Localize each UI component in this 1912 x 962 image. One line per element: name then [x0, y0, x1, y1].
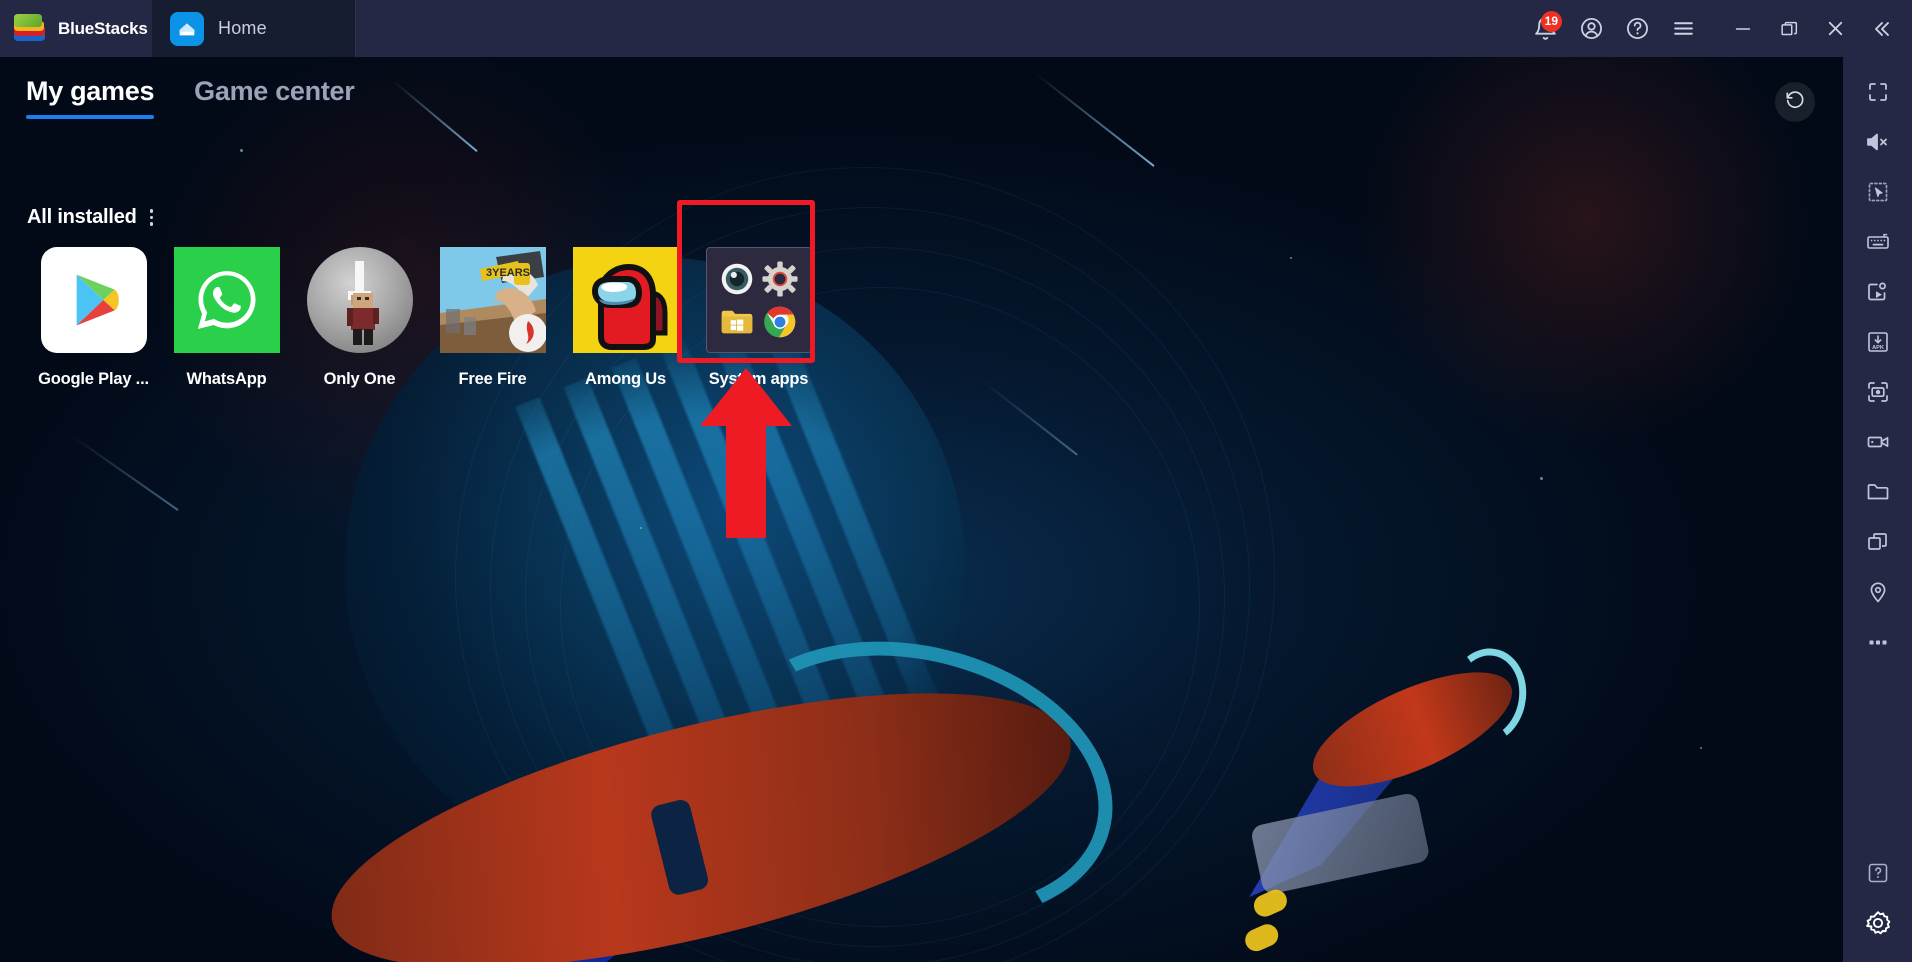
- keyboard-icon: [1865, 229, 1891, 255]
- window-tab-home[interactable]: Home: [152, 0, 356, 57]
- notifications-button[interactable]: 19: [1522, 6, 1568, 52]
- sidebar-help-button[interactable]: [1843, 848, 1912, 898]
- kebab-menu-icon[interactable]: [147, 205, 157, 230]
- install-apk-button[interactable]: APK: [1843, 317, 1912, 367]
- fullscreen-button[interactable]: [1843, 67, 1912, 117]
- copy-windows-icon: [1865, 529, 1891, 555]
- camera-icon: [718, 260, 756, 298]
- fullscreen-icon: [1866, 80, 1890, 104]
- close-button[interactable]: [1812, 6, 1858, 52]
- title-bar: BlueStacks Home 19: [0, 0, 1912, 57]
- right-sidebar: APK: [1843, 57, 1912, 962]
- menu-button[interactable]: [1660, 6, 1706, 52]
- refresh-counterclockwise-icon: [1784, 89, 1806, 116]
- app-item-whatsapp[interactable]: WhatsApp: [160, 247, 293, 389]
- app-item-free-fire[interactable]: 3YEARS Free Fire: [426, 247, 559, 389]
- google-play-icon: [40, 247, 147, 353]
- system-apps-folder-preview: [707, 248, 811, 352]
- among-us-icon: [572, 247, 679, 353]
- whatsapp-icon: [173, 247, 280, 353]
- settings-button[interactable]: [1843, 898, 1912, 948]
- section-header: All installed: [27, 205, 156, 230]
- app-item-only-one[interactable]: Only One: [293, 247, 426, 389]
- speaker-mute-icon: [1865, 129, 1891, 155]
- mute-button[interactable]: [1843, 117, 1912, 167]
- app-label: WhatsApp: [186, 370, 267, 388]
- question-box-icon: [1865, 860, 1891, 886]
- app-label: Google Play ...: [38, 370, 149, 388]
- settings-gear-icon: [761, 260, 799, 298]
- tab-game-center-label: Game center: [194, 76, 355, 106]
- screen-record-button[interactable]: [1843, 417, 1912, 467]
- bluestacks-window: BlueStacks Home 19 My games Game center …: [0, 0, 1912, 962]
- free-fire-icon: 3YEARS: [439, 247, 546, 353]
- tab-game-center[interactable]: Game center: [194, 76, 355, 119]
- maximize-button[interactable]: [1766, 6, 1812, 52]
- chrome-browser-icon: [761, 303, 799, 341]
- screenshot-button[interactable]: [1843, 367, 1912, 417]
- macro-recorder-button[interactable]: [1843, 267, 1912, 317]
- ellipsis-icon: [1865, 629, 1891, 655]
- window-tab-label: Home: [218, 18, 267, 38]
- multi-instance-button[interactable]: [1843, 517, 1912, 567]
- minimize-button[interactable]: [1720, 6, 1766, 52]
- tab-my-games[interactable]: My games: [26, 76, 154, 119]
- annotation-arrow-up: [700, 368, 792, 543]
- svg-text:3YEARS: 3YEARS: [486, 267, 530, 279]
- media-manager-button[interactable]: [1843, 467, 1912, 517]
- macro-play-icon: [1865, 279, 1891, 305]
- tab-my-games-label: My games: [26, 76, 155, 106]
- location-button[interactable]: [1843, 567, 1912, 617]
- brand-name: BlueStacks: [58, 18, 148, 38]
- brand: BlueStacks: [0, 13, 152, 44]
- app-item-among-us[interactable]: Among Us: [559, 247, 692, 389]
- video-camera-icon: [1865, 429, 1891, 455]
- titlebar-actions: 19: [1522, 0, 1912, 57]
- only-one-game-icon: [306, 247, 413, 353]
- app-label: Among Us: [585, 370, 666, 388]
- more-button[interactable]: [1843, 617, 1912, 667]
- media-manager-folder-icon: [718, 303, 756, 341]
- cursor-marquee-icon: [1866, 180, 1890, 204]
- account-button[interactable]: [1568, 6, 1614, 52]
- refresh-button[interactable]: [1775, 82, 1815, 122]
- bluestacks-logo-icon: [14, 13, 47, 44]
- gear-icon: [1863, 908, 1893, 938]
- content-tabs: My games Game center: [26, 76, 355, 119]
- section-title: All installed: [27, 205, 137, 228]
- location-pin-icon: [1865, 579, 1891, 605]
- app-label: Only One: [323, 370, 396, 388]
- notification-badge: 19: [1540, 10, 1562, 32]
- multi-select-button[interactable]: [1843, 167, 1912, 217]
- main-content: My games Game center All installed Googl…: [0, 57, 1843, 962]
- app-item-google-play[interactable]: Google Play ...: [27, 247, 160, 389]
- game-controls-button[interactable]: [1843, 217, 1912, 267]
- help-button[interactable]: [1614, 6, 1660, 52]
- svg-text:APK: APK: [1872, 345, 1884, 351]
- collapse-sidebar-button[interactable]: [1858, 6, 1904, 52]
- app-label: Free Fire: [458, 370, 527, 388]
- system-apps-folder-icon: [705, 247, 812, 353]
- folder-icon: [1865, 479, 1891, 505]
- screenshot-camera-icon: [1865, 379, 1891, 405]
- home-icon: [170, 11, 204, 46]
- apk-install-icon: APK: [1865, 329, 1891, 355]
